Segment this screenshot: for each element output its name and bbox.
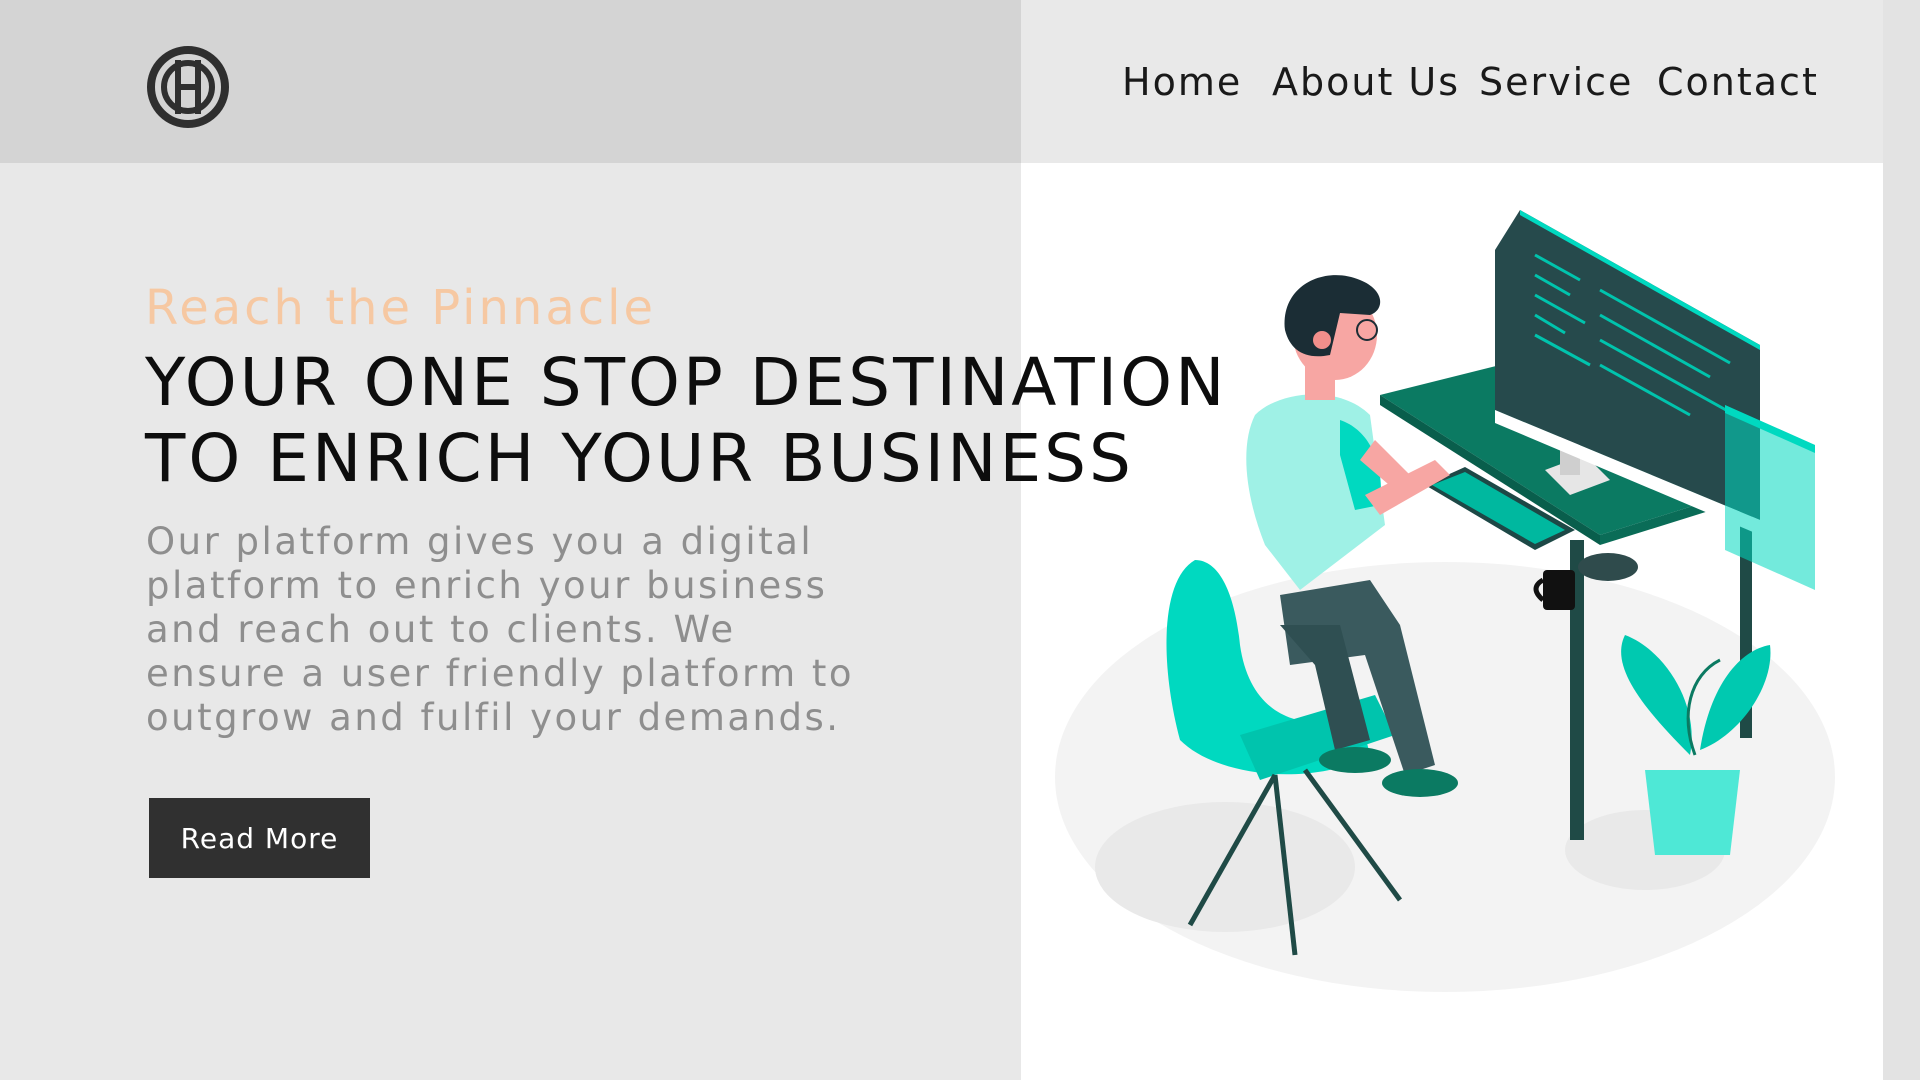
developer-at-desk-illustration xyxy=(1055,210,1835,992)
hero-tagline: Reach the Pinnacle xyxy=(145,280,656,336)
read-more-button[interactable]: Read More xyxy=(149,798,370,878)
nav-about-us[interactable]: About Us xyxy=(1272,56,1460,108)
nav-service[interactable]: Service xyxy=(1479,56,1633,108)
nav-home[interactable]: Home xyxy=(1122,56,1242,108)
hero-description: Our platform gives you a digital platfor… xyxy=(146,520,855,739)
right-edge-strip xyxy=(1883,0,1920,1080)
monogram-logo-icon[interactable] xyxy=(147,46,229,128)
nav-contact[interactable]: Contact xyxy=(1657,56,1819,108)
